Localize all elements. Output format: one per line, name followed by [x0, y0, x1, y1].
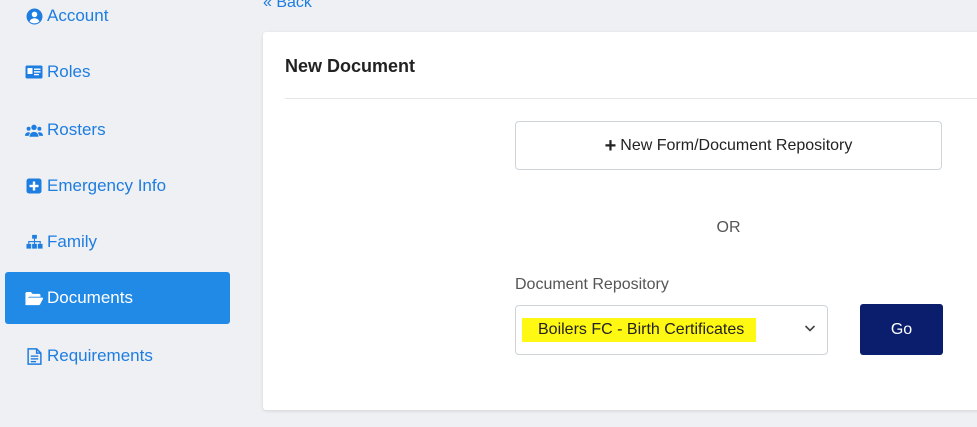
sidebar-item-emergency-info[interactable]: Emergency Info: [5, 160, 230, 212]
divider: [285, 98, 977, 99]
new-document-card: New Document + New Form/Document Reposit…: [263, 32, 977, 410]
sidebar: Account Roles Rosters Emergency Info Fam: [0, 0, 240, 427]
sidebar-item-label: Requirements: [47, 346, 153, 365]
folder-open-icon: [25, 289, 43, 307]
sidebar-item-label: Rosters: [47, 120, 106, 139]
back-link[interactable]: « Back: [263, 0, 312, 12]
users-icon: [25, 121, 43, 139]
page: Account Roles Rosters Emergency Info Fam: [0, 0, 977, 427]
sidebar-item-rosters[interactable]: Rosters: [5, 104, 230, 156]
page-title: New Document: [285, 56, 416, 76]
chevron-down-icon: [803, 321, 817, 335]
id-card-icon: [25, 63, 43, 81]
user-circle-icon: [25, 7, 43, 25]
sidebar-item-roles[interactable]: Roles: [5, 46, 230, 98]
sidebar-item-label: Account: [47, 6, 109, 25]
file-text-icon: [25, 347, 43, 365]
sidebar-item-label: Emergency Info: [47, 176, 167, 195]
sidebar-item-account[interactable]: Account: [5, 0, 230, 42]
plus-square-icon: [25, 177, 43, 195]
sidebar-item-family[interactable]: Family: [5, 216, 230, 268]
document-repository-select[interactable]: Boilers FC - Birth Certificates: [515, 305, 828, 355]
or-separator: OR: [716, 219, 741, 236]
sidebar-item-documents[interactable]: Documents: [5, 272, 230, 324]
sitemap-icon: [25, 233, 43, 251]
sidebar-item-requirements[interactable]: Requirements: [5, 330, 230, 382]
sidebar-item-label: Roles: [47, 62, 91, 81]
new-repository-button[interactable]: + New Form/Document Repository: [515, 121, 942, 170]
sidebar-item-label: Family: [47, 232, 98, 251]
plus-icon: +: [604, 134, 617, 157]
go-button[interactable]: Go: [860, 304, 943, 355]
document-repository-label: Document Repository: [515, 276, 669, 293]
new-repository-label: New Form/Document Repository: [620, 136, 853, 154]
sidebar-item-label: Documents: [47, 288, 133, 307]
selected-repository: Boilers FC - Birth Certificates: [522, 318, 757, 342]
